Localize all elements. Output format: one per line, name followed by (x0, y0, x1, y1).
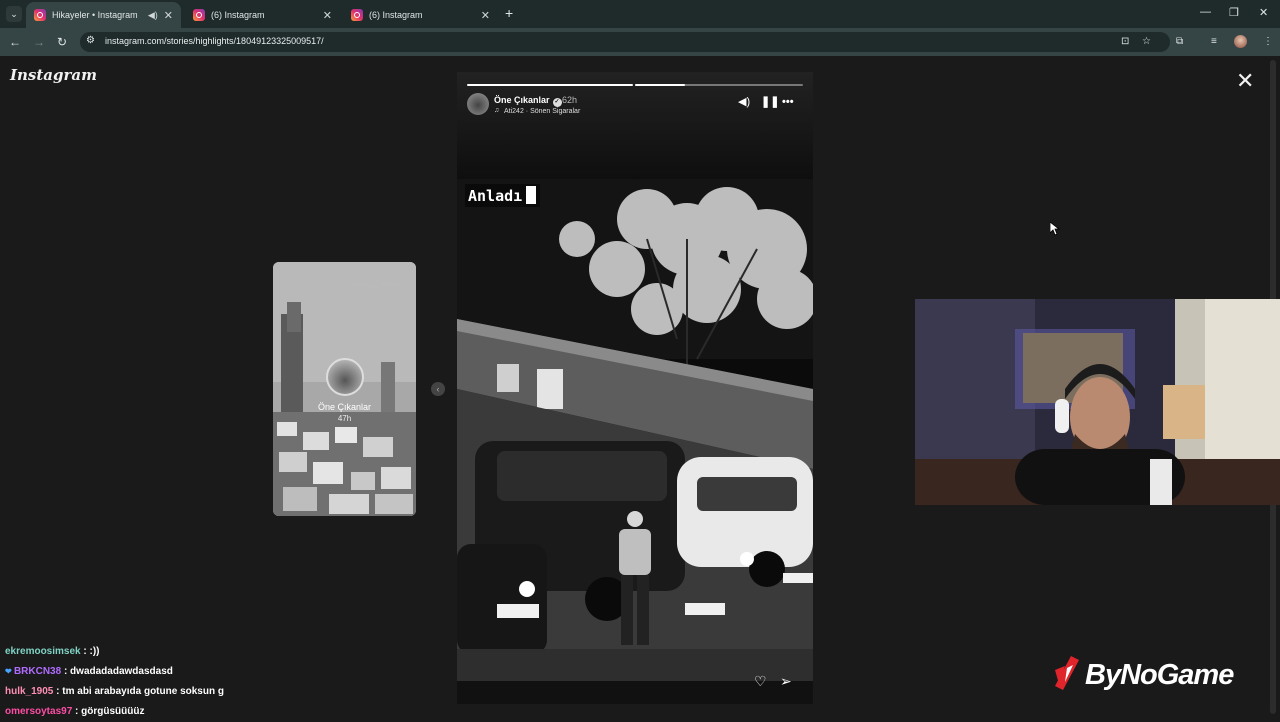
media-controls-icon[interactable]: ≡ (1211, 36, 1217, 47)
reload-button[interactable]: ↻ (57, 34, 67, 50)
pause-icon[interactable]: ❚❚ (761, 97, 779, 108)
tab-instagram-2[interactable]: (6) Instagram ✕ (185, 2, 340, 28)
new-tab-button[interactable]: + (505, 6, 513, 20)
menu-kebab-icon[interactable]: ⋮ (1263, 36, 1273, 47)
minimize-button[interactable]: — (1200, 6, 1211, 18)
story-caption: Anladı (465, 184, 541, 207)
instagram-favicon-icon (351, 9, 363, 21)
extensions-icon[interactable]: ⧉ (1176, 36, 1183, 47)
brand-watermark: ByNoGame (1053, 656, 1234, 692)
text-cursor (526, 186, 537, 204)
browser-toolbar: ← → ↻ ⚙ instagram.com/stories/highlights… (0, 28, 1280, 56)
story-avatar[interactable] (467, 93, 489, 115)
story-viewer-page: Instagram ✕ İstanbul, Turkey Öne Çıkanla… (0, 56, 1280, 720)
brand-name: ByNoGame (1085, 659, 1234, 691)
story-frame[interactable]: Öne Çıkanlar ✓ 62h ♫ Ati242 · Sönen Sigar… (457, 72, 813, 704)
progress-bar-2-fill (635, 84, 685, 86)
site-info-icon[interactable]: ⚙ (86, 35, 95, 46)
chat-message: tm abi arabayıda gotune soksun g (59, 686, 224, 697)
forward-button[interactable]: → (33, 34, 45, 50)
highlight-time: 47h (337, 414, 352, 423)
chat-line: ekremoosimsek : :)) (5, 642, 224, 662)
profile-avatar[interactable] (1234, 35, 1247, 48)
instagram-logo[interactable]: Instagram (10, 66, 97, 84)
close-tab-icon[interactable]: ✕ (164, 9, 173, 22)
caption-text: Anladı (468, 187, 523, 205)
previous-story-chevron-icon[interactable]: ‹ (431, 382, 445, 396)
sound-icon[interactable]: ◀) (738, 97, 750, 108)
back-button[interactable]: ← (9, 34, 21, 50)
chat-username: omersoytas97 (5, 706, 73, 717)
install-app-icon[interactable]: ⊡ (1121, 36, 1129, 47)
verified-badge-icon: ✓ (552, 98, 562, 107)
tab-label: (6) Instagram (369, 10, 423, 20)
story-header-bg (457, 72, 813, 192)
webcam-overlay (915, 299, 1280, 505)
chat-username: BRKCN38 (13, 666, 62, 677)
highlight-name: Öne Çıkanlar (317, 402, 372, 412)
bookmark-star-icon[interactable]: ☆ (1142, 36, 1151, 47)
music-icon: ♫ (494, 107, 500, 114)
close-tab-icon[interactable]: ✕ (481, 9, 490, 22)
chat-username: ekremoosimsek (5, 646, 81, 657)
chat-line: omersoytas97 : görgüsüüüüz (5, 702, 224, 722)
instagram-favicon-icon (193, 9, 205, 21)
tab-stories[interactable]: Hikayeler • Instagram ◀) ✕ (26, 2, 181, 28)
more-options-icon[interactable]: ••• (782, 97, 794, 108)
speaker-icon[interactable]: ◀) (148, 10, 158, 21)
like-heart-icon[interactable]: ♡ (754, 674, 767, 688)
story-photo (457, 179, 813, 681)
send-share-icon[interactable]: ➢ (780, 674, 792, 688)
tab-instagram-3[interactable]: (6) Instagram ✕ (343, 2, 498, 28)
address-bar[interactable]: ⚙ instagram.com/stories/highlights/18049… (80, 32, 1170, 52)
username-text[interactable]: Öne Çıkanlar (494, 95, 550, 105)
chat-line: ❤ BRKCN38 : dwadadadawdasdasd (5, 662, 224, 682)
chat-badge-icon: ❤ (5, 667, 14, 676)
bynogame-logo-icon (1055, 656, 1079, 690)
tab-strip: ⌄ Hikayeler • Instagram ◀) ✕ (6) Instagr… (0, 0, 1280, 28)
close-tab-icon[interactable]: ✕ (323, 9, 332, 22)
chat-message: görgüsüüüüz (78, 706, 145, 717)
chat-username: hulk_1905 (5, 686, 54, 697)
chat-message: dwadadadawdasdasd (67, 666, 173, 677)
previous-story-card[interactable]: İstanbul, Turkey Öne Çıkanlar 47h (273, 262, 416, 516)
tab-label: (6) Instagram (211, 10, 265, 20)
close-window-button[interactable]: ✕ (1259, 6, 1268, 19)
close-story-icon[interactable]: ✕ (1236, 70, 1254, 92)
restore-button[interactable]: ❐ (1229, 6, 1239, 19)
story-time: 62h (562, 95, 578, 105)
chat-line: hulk_1905 : tm abi arabayıda gotune soks… (5, 682, 224, 702)
instagram-favicon-icon (34, 9, 46, 21)
story-music[interactable]: Ati242 · Sönen Sigaralar (504, 108, 580, 115)
url-text[interactable]: instagram.com/stories/highlights/1804912… (105, 36, 324, 46)
tab-search-icon[interactable]: ⌄ (6, 6, 22, 22)
stream-chat: ekremoosimsek : :)) ❤ BRKCN38 : dwadadad… (5, 642, 224, 722)
progress-bar-1 (467, 84, 633, 86)
location-label: İstanbul, Turkey (351, 282, 401, 289)
chat-message: :)) (86, 646, 100, 657)
mouse-pointer-icon (1050, 222, 1060, 236)
tab-label: Hikayeler • Instagram (52, 10, 138, 20)
story-username[interactable]: Öne Çıkanlar ✓ (494, 95, 562, 107)
highlight-avatar (326, 358, 364, 396)
